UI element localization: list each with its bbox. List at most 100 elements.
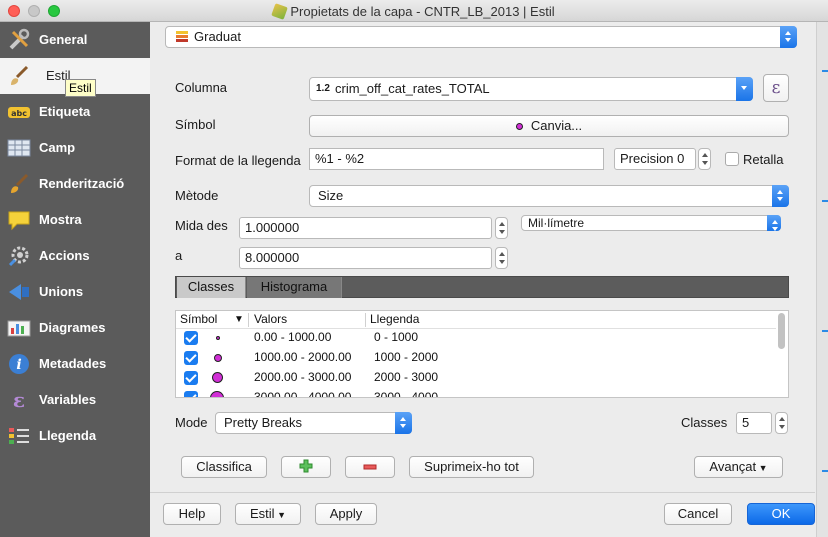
size-unit-value: Mil·límetre (528, 216, 584, 230)
table-row[interactable]: 0.00 - 1000.00 0 - 1000 (176, 328, 776, 348)
table-row[interactable]: 1000.00 - 2000.00 1000 - 2000 (176, 348, 776, 368)
tab-histogram[interactable]: Histograma (247, 277, 342, 298)
table-scrollbar[interactable] (778, 313, 785, 349)
classes-count-input[interactable]: 5 (736, 412, 772, 434)
symbol-preview-icon (515, 123, 523, 130)
add-class-button[interactable] (281, 456, 331, 478)
class-legend[interactable]: 0 - 1000 (374, 330, 418, 344)
size-from-stepper[interactable] (495, 217, 508, 239)
advanced-menu-button[interactable]: Avançat ▼ (694, 456, 783, 478)
size-to-label: a (175, 248, 183, 263)
style-brush-icon (11, 65, 29, 85)
precision-label: Precision (620, 151, 674, 166)
ok-button[interactable]: OK (747, 503, 815, 525)
trim-checkbox[interactable] (725, 152, 739, 166)
sidebar-item-label: Llegenda (39, 428, 97, 443)
delete-all-button[interactable]: Suprimeix-ho tot (409, 456, 534, 478)
mode-label: Mode (175, 415, 208, 430)
class-visible-checkbox[interactable] (184, 371, 198, 385)
fields-table-icon (7, 139, 31, 157)
change-symbol-label: Canvia... (530, 118, 583, 133)
expression-builder-button[interactable]: ε (763, 74, 789, 102)
sidebar-item-variables[interactable]: ε Variables (0, 382, 150, 418)
class-legend[interactable]: 3000 - 4000 (374, 390, 438, 397)
sidebar-item-legend[interactable]: Llegenda (0, 418, 150, 454)
delete-class-button[interactable] (345, 456, 395, 478)
class-range[interactable]: 2000.00 - 3000.00 (254, 370, 351, 384)
advanced-label: Avançat (709, 459, 757, 474)
help-button[interactable]: Help (163, 503, 221, 525)
expression-epsilon-icon: ε (771, 78, 781, 98)
method-label: Mètode (175, 188, 219, 203)
trim-label: Retalla (743, 152, 784, 167)
renderer-type-select[interactable]: Graduat (165, 26, 797, 48)
column-header-values[interactable]: Valors (254, 312, 287, 326)
background-window-edge (816, 22, 828, 537)
symbol-label: Símbol (175, 117, 216, 132)
classes-count-stepper[interactable] (775, 412, 788, 434)
sidebar-tooltip: Estil (65, 79, 96, 97)
size-from-input[interactable]: 1.000000 (239, 217, 492, 239)
mode-select[interactable]: Pretty Breaks (215, 412, 412, 434)
sidebar-item-label: General (39, 32, 88, 47)
size-unit-select[interactable]: Mil·límetre (521, 215, 781, 231)
header-divider (365, 313, 366, 327)
sidebar-item-display[interactable]: Mostra (0, 202, 150, 238)
class-range[interactable]: 0.00 - 1000.00 (254, 330, 331, 344)
apply-button[interactable]: Apply (315, 503, 377, 525)
sidebar-item-joins[interactable]: Unions (0, 274, 150, 310)
sidebar-item-rendering[interactable]: Renderització (0, 166, 150, 202)
class-visible-checkbox[interactable] (184, 391, 198, 397)
column-label: Columna (175, 80, 228, 95)
sidebar-item-label: Metadades (39, 356, 107, 371)
sidebar-item-diagrams[interactable]: Diagrames (0, 310, 150, 346)
style-menu-label: Estil (250, 506, 275, 521)
cancel-button[interactable]: Cancel (664, 503, 732, 525)
sidebar-item-general[interactable]: General (0, 22, 150, 58)
column-header-symbol[interactable]: Símbol (180, 312, 217, 326)
class-visible-checkbox[interactable] (184, 351, 198, 365)
svg-text:abc: abc (11, 109, 27, 118)
svg-text:ε: ε (13, 388, 25, 412)
class-symbol-swatch[interactable] (216, 336, 220, 340)
renderer-type-value: Graduat (194, 29, 241, 44)
class-legend[interactable]: 2000 - 3000 (374, 370, 438, 384)
precision-spinbox[interactable]: Precision 0 (614, 148, 696, 170)
class-symbol-swatch[interactable] (212, 372, 223, 383)
chevron-down-icon (736, 77, 753, 101)
background-marker (822, 330, 828, 332)
legend-format-input[interactable]: %1 - %2 (309, 148, 604, 170)
class-range[interactable]: 3000.00 - 4000.00 (254, 390, 351, 397)
class-symbol-swatch[interactable] (210, 391, 224, 397)
legend-format-label: Format de la llegenda (175, 153, 301, 168)
tab-classes[interactable]: Classes (177, 277, 246, 298)
sidebar-item-metadata[interactable]: i Metadades (0, 346, 150, 382)
class-range[interactable]: 1000.00 - 2000.00 (254, 350, 351, 364)
background-marker (822, 70, 828, 72)
classes-count-label: Classes (681, 415, 728, 430)
size-to-stepper[interactable] (495, 247, 508, 269)
variables-epsilon-icon: ε (13, 388, 25, 412)
change-symbol-button[interactable]: Canvia... (309, 115, 789, 137)
column-header-legend[interactable]: Llegenda (370, 312, 419, 326)
classify-button[interactable]: Classifica (181, 456, 267, 478)
table-row[interactable]: 3000.00 - 4000.00 3000 - 4000 (176, 388, 776, 397)
precision-stepper[interactable] (698, 148, 711, 170)
dropdown-arrow-icon: ▼ (756, 463, 768, 473)
sidebar-item-label-settings[interactable]: abc Etiqueta (0, 94, 150, 130)
style-menu-button[interactable]: Estil ▼ (235, 503, 301, 525)
class-visible-checkbox[interactable] (184, 331, 198, 345)
table-row[interactable]: 2000.00 - 3000.00 2000 - 3000 (176, 368, 776, 388)
sidebar-item-fields[interactable]: Camp (0, 130, 150, 166)
sidebar-item-actions[interactable]: Accions (0, 238, 150, 274)
sidebar: General Estil abc Etiqueta Camp Renderit… (0, 22, 150, 537)
method-select[interactable]: Size (309, 185, 789, 207)
size-to-input[interactable]: 8.000000 (239, 247, 492, 269)
column-select[interactable]: 1.2 crim_off_cat_rates_TOTAL (309, 77, 753, 101)
diagrams-icon (7, 320, 31, 337)
chevron-updown-icon (767, 215, 781, 231)
chevron-updown-icon (772, 185, 789, 207)
class-symbol-swatch[interactable] (214, 354, 222, 362)
sidebar-item-label: Etiqueta (39, 104, 91, 119)
class-legend[interactable]: 1000 - 2000 (374, 350, 438, 364)
